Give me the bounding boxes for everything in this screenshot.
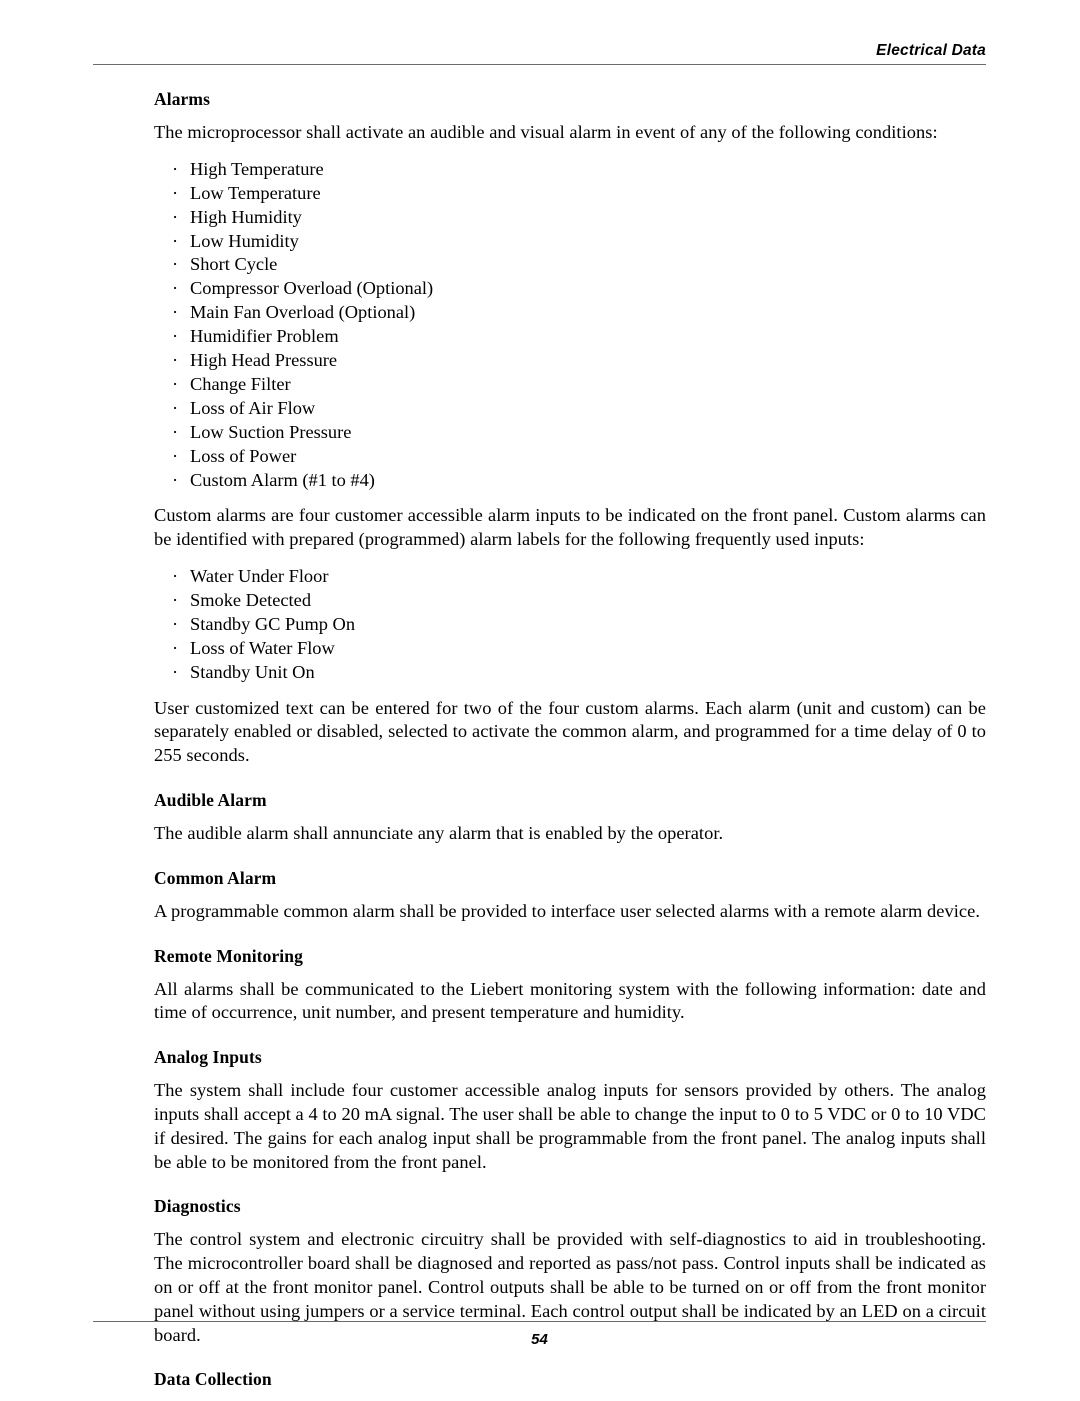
list-item: · High Temperature <box>154 158 986 182</box>
list-item: · Main Fan Overload (Optional) <box>154 301 986 325</box>
list-item-label: Humidifier Problem <box>190 326 339 347</box>
paragraph-analog-inputs: The system shall include four customer a… <box>154 1080 986 1172</box>
list-item-label: High Temperature <box>190 158 324 179</box>
bullet-icon: · <box>172 445 179 466</box>
list-item-label: Main Fan Overload (Optional) <box>190 302 416 323</box>
paragraph-custom-text: User customized text can be entered for … <box>154 697 986 766</box>
list-item-label: Change Filter <box>190 373 291 394</box>
custom-alarm-list: · Water Under Floor · Smoke Detected · Stan… <box>154 565 986 685</box>
list-item-label: Loss of Air Flow <box>190 397 316 418</box>
list-item-label: Water Under Floor <box>190 566 329 587</box>
bullet-icon: · <box>172 421 179 442</box>
bullet-icon: · <box>172 278 179 299</box>
bullet-icon: · <box>172 326 179 347</box>
heading-data-collection: Data Collection <box>154 1369 272 1390</box>
paragraph-custom-alarms: Custom alarms are four customer accessib… <box>154 505 986 550</box>
list-item: · Standby Unit On <box>154 661 986 685</box>
heading-alarms: Alarms <box>154 89 211 109</box>
list-item: · Compressor Overload (Optional) <box>154 277 986 301</box>
list-item: · Loss of Air Flow <box>154 397 986 421</box>
list-item-label: High Humidity <box>190 206 302 227</box>
page-number: 54 <box>531 1331 548 1348</box>
bullet-icon: · <box>172 158 179 179</box>
list-item: · High Head Pressure <box>154 349 986 373</box>
bullet-icon: · <box>172 566 179 587</box>
list-item-label: Smoke Detected <box>190 589 312 610</box>
list-item-label: Loss of Water Flow <box>190 637 335 658</box>
bullet-icon: · <box>172 350 179 371</box>
list-item-label: Low Suction Pressure <box>190 421 352 442</box>
heading-remote-monitoring: Remote Monitoring <box>154 945 303 966</box>
list-item: · High Humidity <box>154 206 986 230</box>
bullet-icon: · <box>172 230 179 251</box>
list-item: · Water Under Floor <box>154 565 986 589</box>
list-item-label: Compressor Overload (Optional) <box>190 278 434 299</box>
paragraph-alarms-intro: The microprocessor shall activate an aud… <box>154 122 938 142</box>
list-item-label: Low Humidity <box>190 230 299 251</box>
list-item-label: Low Temperature <box>190 182 321 203</box>
list-item: · Smoke Detected <box>154 589 986 613</box>
list-item: · Loss of Power <box>154 445 986 469</box>
header-divider <box>93 64 986 65</box>
paragraph-audible-alarm: The audible alarm shall annunciate any a… <box>154 823 724 843</box>
heading-common-alarm: Common Alarm <box>154 867 277 888</box>
bullet-icon: · <box>172 397 179 418</box>
bullet-icon: · <box>172 613 179 634</box>
paragraph-remote-monitoring: All alarms shall be communicated to the … <box>154 978 986 1023</box>
list-item: · Custom Alarm (#1 to #4) <box>154 469 986 493</box>
list-item: · Low Suction Pressure <box>154 421 986 445</box>
list-item: · Low Temperature <box>154 182 986 206</box>
page-content: Alarms The microprocessor shall activate… <box>154 88 986 1401</box>
list-item: · Humidifier Problem <box>154 325 986 349</box>
header-title: Electrical Data <box>876 42 986 59</box>
list-item: · Short Cycle <box>154 253 986 277</box>
list-item-label: Custom Alarm (#1 to #4) <box>190 469 375 490</box>
footer-divider <box>93 1321 986 1322</box>
alarm-list: · High Temperature · Low Temperature · High… <box>154 158 986 493</box>
list-item-label: Standby Unit On <box>190 661 315 682</box>
list-item: · Low Humidity <box>154 230 986 254</box>
page-header: Electrical Data <box>93 42 986 73</box>
list-item-label: High Head Pressure <box>190 350 338 371</box>
list-item-label: Loss of Power <box>190 445 297 466</box>
document-page: Electrical Data Alarms The microprocesso… <box>0 0 1080 1397</box>
heading-audible-alarm: Audible Alarm <box>154 790 267 810</box>
heading-analog-inputs: Analog Inputs <box>154 1047 262 1068</box>
bullet-icon: · <box>172 469 179 490</box>
bullet-icon: · <box>172 373 179 394</box>
bullet-icon: · <box>172 254 179 275</box>
page-footer: 54 <box>93 1321 986 1348</box>
bullet-icon: · <box>172 182 179 203</box>
list-item-label: Short Cycle <box>190 254 278 275</box>
heading-diagnostics: Diagnostics <box>154 1196 241 1217</box>
list-item: · Loss of Water Flow <box>154 637 986 661</box>
paragraph-common-alarm: A programmable common alarm shall be pro… <box>154 900 980 921</box>
list-item: · Change Filter <box>154 373 986 397</box>
bullet-icon: · <box>172 206 179 227</box>
bullet-icon: · <box>172 661 179 682</box>
list-item-label: Standby GC Pump On <box>190 613 356 634</box>
bullet-icon: · <box>172 302 179 323</box>
list-item: · Standby GC Pump On <box>154 613 986 637</box>
bullet-icon: · <box>172 637 179 658</box>
bullet-icon: · <box>172 589 179 610</box>
